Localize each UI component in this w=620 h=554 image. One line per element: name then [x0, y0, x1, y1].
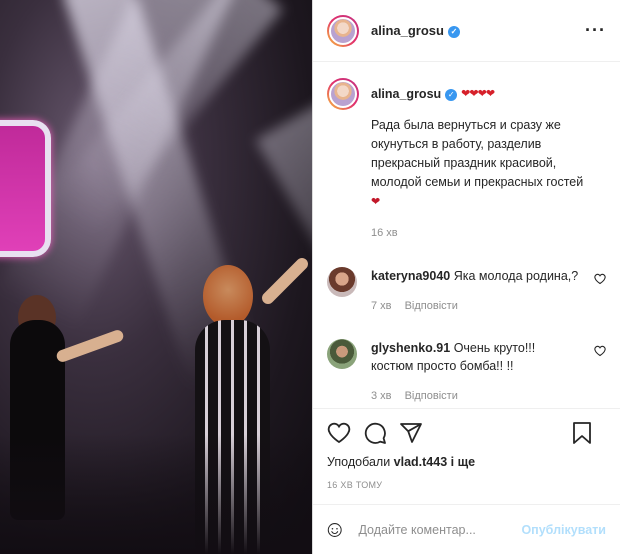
singer-figure — [203, 265, 253, 327]
comment-username[interactable]: kateryna9040 — [371, 269, 450, 283]
likes-summary: Уподобали vlad.t443 і ще — [327, 455, 606, 469]
emoji-icon[interactable] — [327, 519, 342, 541]
comment-meta: 7 хв Відповісти — [371, 297, 581, 315]
hearts-emoji: ❤❤❤❤ — [461, 88, 495, 100]
caption-username[interactable]: alina_grosu — [371, 85, 441, 104]
instagram-post: alina_grosu ✓ ··· alina_grosu ✓ ❤❤❤❤ Рада… — [0, 0, 620, 554]
post-actions: Уподобали vlad.t443 і ще 16 хв тому — [313, 408, 620, 504]
save-bookmark-icon[interactable] — [570, 421, 594, 445]
comments-section: alina_grosu ✓ ❤❤❤❤ Рада была вернуться и… — [313, 62, 620, 408]
comment-like-heart-icon[interactable] — [594, 345, 606, 357]
comment-meta: 3 хв Відповісти — [371, 387, 581, 405]
verified-badge-icon: ✓ — [447, 26, 460, 38]
comment-time[interactable]: 3 хв — [371, 390, 392, 402]
liked-by-suffix[interactable]: і ще — [451, 455, 475, 469]
post-side-panel: alina_grosu ✓ ··· alina_grosu ✓ ❤❤❤❤ Рада… — [312, 0, 620, 554]
stage-floor — [0, 434, 312, 554]
heart-emoji: ❤ — [371, 196, 381, 208]
caption-avatar[interactable] — [327, 78, 359, 110]
caption: alina_grosu ✓ ❤❤❤❤ Рада была вернуться и… — [327, 78, 606, 243]
reply-link[interactable]: Відповісти — [405, 390, 458, 402]
caption-text-content: Рада была вернуться и сразу же окунуться… — [371, 118, 584, 189]
comment-item: glyshenko.91 Очень круто!!! костюм прост… — [327, 339, 606, 405]
comment-bubble-icon[interactable] — [363, 421, 387, 445]
post-photo[interactable] — [0, 0, 312, 554]
add-comment-input[interactable] — [356, 521, 522, 538]
commenter-avatar[interactable] — [327, 339, 357, 369]
liked-by-user[interactable]: vlad.t443 — [394, 455, 448, 469]
author-username[interactable]: alina_grosu ✓ — [371, 23, 460, 38]
dancer-arm — [55, 328, 125, 364]
caption-head: alina_grosu ✓ ❤❤❤❤ — [371, 85, 606, 104]
comment-username[interactable]: glyshenko.91 — [371, 341, 450, 355]
post-timestamp[interactable]: 16 хв тому — [327, 480, 606, 490]
caption-body: alina_grosu ✓ ❤❤❤❤ Рада была вернуться и… — [371, 78, 606, 243]
avatar-image — [329, 16, 357, 45]
like-heart-icon[interactable] — [327, 421, 351, 445]
caption-time: 16 хв — [371, 227, 398, 239]
share-paper-plane-icon[interactable] — [399, 421, 423, 445]
neon-letter-sign — [0, 120, 51, 257]
commenter-avatar[interactable] — [327, 267, 357, 297]
comment-item: kateryna9040 Яка молода родина,? 7 хв Ві… — [327, 267, 606, 315]
verified-badge-icon: ✓ — [445, 88, 458, 101]
author-avatar[interactable] — [327, 14, 359, 47]
post-header: alina_grosu ✓ ··· — [313, 0, 620, 62]
add-comment-bar: Опублікувати — [313, 504, 620, 554]
more-options-icon[interactable]: ··· — [585, 20, 606, 41]
reply-link[interactable]: Відповісти — [405, 300, 458, 312]
singer-arm — [259, 255, 311, 307]
caption-text: Рада была вернуться и сразу же окунуться… — [371, 116, 606, 212]
comment-like-heart-icon[interactable] — [594, 273, 606, 285]
comment-text: Яка молода родина,? — [453, 269, 579, 283]
comment-body: glyshenko.91 Очень круто!!! костюм прост… — [371, 339, 581, 405]
avatar-image — [329, 80, 357, 108]
action-icons — [327, 419, 606, 447]
publish-button[interactable]: Опублікувати — [521, 523, 606, 537]
liked-by-prefix: Уподобали — [327, 455, 391, 469]
comment-body: kateryna9040 Яка молода родина,? 7 хв Ві… — [371, 267, 581, 315]
author-username-text[interactable]: alina_grosu — [371, 23, 444, 38]
comment-time[interactable]: 7 хв — [371, 300, 392, 312]
